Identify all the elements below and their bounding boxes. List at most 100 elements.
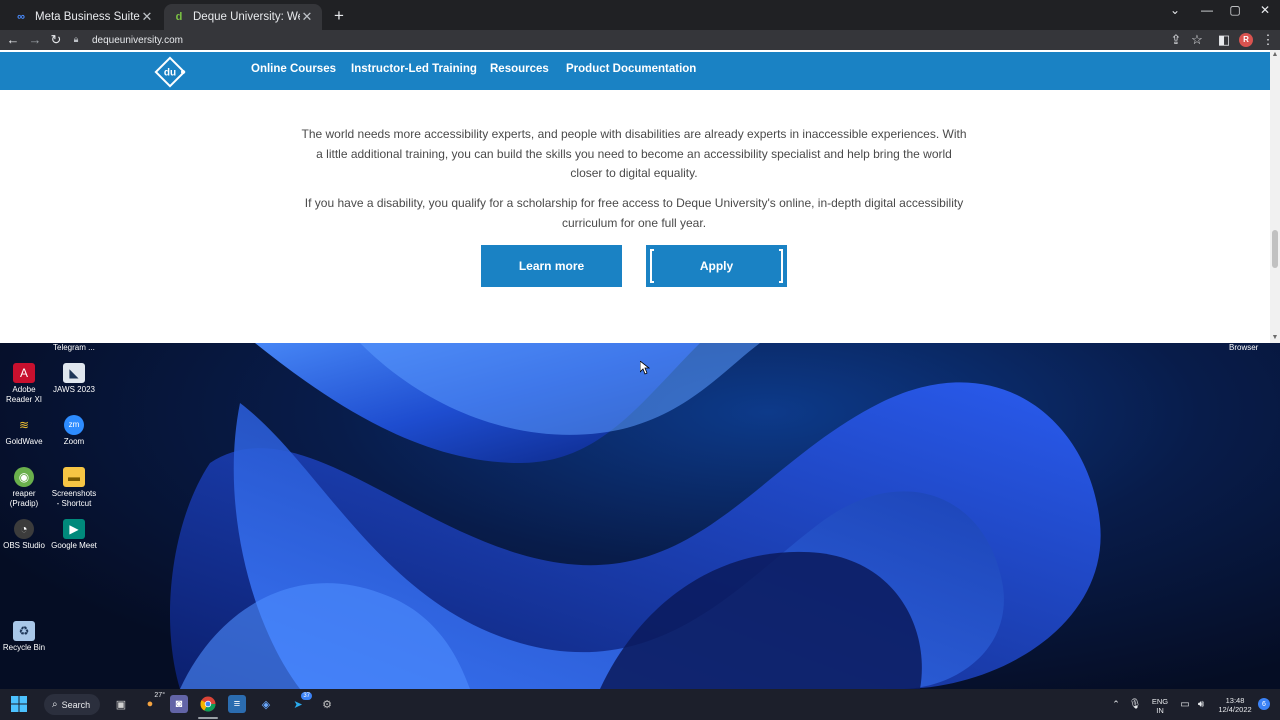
desktop-icon-label: JAWS 2023 <box>53 385 95 394</box>
desktop-icon-label: Screenshots - Shortcut <box>51 489 97 508</box>
close-icon[interactable]: ✕ <box>140 9 154 25</box>
focus-bracket-right <box>779 249 783 283</box>
browser-toolbar: ← → ↻ 🔒︎ dequeuniversity.com ⇪ ☆ ◧ R ⋮ <box>0 30 1280 50</box>
mouse-cursor-icon <box>640 361 650 375</box>
minimize-button[interactable]: — <box>1192 0 1222 20</box>
scrollbar-thumb[interactable] <box>1272 230 1278 268</box>
desktop-icon-recycle-bin[interactable]: ♻ Recycle Bin <box>0 621 48 653</box>
side-panel-icon[interactable]: ◧ <box>1216 32 1232 48</box>
address-bar[interactable]: 🔒︎ dequeuniversity.com <box>70 31 1150 49</box>
language-code: ENG <box>1151 697 1169 706</box>
region-code: IN <box>1156 706 1164 715</box>
reaper-icon: ◉ <box>14 467 34 487</box>
telegram-icon[interactable]: ➤ 37 <box>289 692 312 713</box>
language-indicator[interactable]: ENG IN <box>1148 697 1172 715</box>
task-view-icon[interactable]: ▣ <box>112 695 130 713</box>
nav-instructor-led-training[interactable]: Instructor-Led Training <box>351 63 477 75</box>
star-icon[interactable]: ☆ <box>1189 32 1205 48</box>
desktop-icon-reaper[interactable]: ◉ reaper (Pradip) <box>0 467 48 509</box>
close-window-button[interactable]: ✕ <box>1250 0 1280 20</box>
scholarship-paragraph: If you have a disability, you qualify fo… <box>304 196 964 230</box>
settings-gear-icon[interactable]: ⚙ <box>318 695 336 713</box>
svg-text:du: du <box>164 68 176 79</box>
desktop-icon-label: Recycle Bin <box>2 643 46 652</box>
taskbar: ⌕ Search ▣ ● 27° ◙ ≡ ◈ ➤ 37 ⚙ ⌃ 🎙︎ ENG IN … <box>0 689 1280 720</box>
chrome-active-indicator <box>198 717 218 719</box>
intro-paragraph: The world needs more accessibility exper… <box>301 127 967 180</box>
clock-date: 12/4/2022 <box>1218 705 1252 714</box>
recycle-bin-icon: ♻ <box>13 621 35 641</box>
desktop-icon-label: GoldWave <box>5 437 43 446</box>
adobe-reader-icon: A <box>13 363 35 383</box>
desktop-icon-goldwave[interactable]: ≋ GoldWave <box>0 415 48 447</box>
apply-button[interactable]: Apply <box>646 245 787 287</box>
chrome-taskbar-icon[interactable] <box>199 695 217 713</box>
close-icon[interactable]: ✕ <box>300 9 314 25</box>
back-arrow-icon[interactable]: ← <box>5 32 21 48</box>
windows-start-icon[interactable] <box>10 695 28 713</box>
scroll-down-icon[interactable]: ▼ <box>1270 333 1280 343</box>
obs-icon: ◔ <box>14 519 34 539</box>
desktop-icon-obs[interactable]: ◔ OBS Studio <box>0 519 48 551</box>
desktop-icon-label: OBS Studio <box>3 541 45 550</box>
apply-label: Apply <box>699 259 734 273</box>
maximize-button[interactable]: ▢ <box>1220 0 1250 20</box>
desktop-icon-adobe-reader[interactable]: A Adobe Reader XI <box>0 363 48 405</box>
profile-avatar[interactable]: R <box>1239 33 1253 47</box>
nav-resources[interactable]: Resources <box>490 63 549 75</box>
telegram-unread-badge: 37 <box>301 692 312 700</box>
network-app-icon[interactable]: ◈ <box>257 695 275 713</box>
telegram-shortcut-label[interactable]: Telegram ... <box>53 343 95 352</box>
tab-deque-university[interactable]: d Deque University: Web Accessibility ✕ <box>164 4 322 30</box>
weather-temperature: 27° <box>154 692 165 699</box>
forward-arrow-icon[interactable]: → <box>27 32 43 48</box>
kebab-menu-icon[interactable]: ⋮ <box>1260 32 1276 48</box>
deque-logo-icon[interactable]: du <box>154 56 186 88</box>
tab-title: Deque University: Web Accessibility <box>193 11 300 23</box>
desktop-icon-zoom[interactable]: zm Zoom <box>50 415 98 447</box>
notepad-icon[interactable]: ≡ <box>228 695 246 713</box>
tab-meta-business-suite[interactable]: ∞ Meta Business Suite ✕ <box>6 4 162 30</box>
search-icon: ⌕ <box>52 699 58 710</box>
teams-chat-icon[interactable]: ◙ <box>170 695 188 713</box>
learn-more-button[interactable]: Learn more <box>481 245 622 287</box>
search-label: Search <box>61 699 91 710</box>
zoom-icon: zm <box>64 415 84 435</box>
desktop-icon-label: Google Meet <box>51 541 97 550</box>
goldwave-icon: ≋ <box>18 418 30 432</box>
page-scrollbar[interactable]: ▲ ▼ <box>1270 50 1280 343</box>
jaws-icon: ◣ <box>63 363 85 383</box>
weather-icon[interactable]: ● 27° <box>141 692 165 713</box>
chevron-down-icon[interactable]: ⌄ <box>1160 0 1190 20</box>
desktop-icon-label: Zoom <box>63 437 85 446</box>
desktop-icon-jaws[interactable]: ◣ JAWS 2023 <box>50 363 98 395</box>
deque-favicon: d <box>175 11 183 23</box>
share-icon[interactable]: ⇪ <box>1168 32 1184 48</box>
notification-count-badge[interactable]: 6 <box>1258 698 1270 710</box>
taskbar-search[interactable]: ⌕ Search <box>44 694 100 715</box>
volume-icon[interactable]: 🔊︎ <box>1192 695 1210 713</box>
focus-bracket-left <box>650 249 654 283</box>
desktop-icon-label: reaper (Pradip) <box>9 489 39 508</box>
url-text: dequeuniversity.com <box>92 34 183 46</box>
meta-icon: ∞ <box>17 11 25 23</box>
web-page: du Online Courses Instructor-Led Trainin… <box>0 50 1280 343</box>
nav-online-courses[interactable]: Online Courses <box>251 63 336 75</box>
clock-time: 13:48 <box>1225 696 1245 705</box>
desktop-icon-google-meet[interactable]: ▶ Google Meet <box>50 519 98 551</box>
new-tab-button[interactable]: + <box>330 6 348 26</box>
desktop-icon-screenshots[interactable]: ▬ Screenshots - Shortcut <box>50 467 98 509</box>
desktop: Telegram ... Browser A Adobe Reader XI ◣… <box>0 343 1280 689</box>
nav-product-documentation[interactable]: Product Documentation <box>566 63 696 75</box>
microphone-icon[interactable]: 🎙︎ <box>1126 695 1144 713</box>
folder-icon: ▬ <box>63 467 85 487</box>
scroll-up-icon[interactable]: ▲ <box>1270 50 1280 60</box>
reload-icon[interactable]: ↻ <box>48 32 64 48</box>
desktop-icon-label: Adobe Reader XI <box>5 385 43 404</box>
site-navigation: du Online Courses Instructor-Led Trainin… <box>0 52 1270 90</box>
clock[interactable]: 13:48 12/4/2022 <box>1212 696 1258 714</box>
browser-tab-strip: ∞ Meta Business Suite ✕ d Deque Universi… <box>0 0 1280 30</box>
browser-shortcut-label[interactable]: Browser <box>1229 343 1258 352</box>
lock-icon: 🔒︎ <box>73 34 79 44</box>
chevron-up-icon[interactable]: ⌃ <box>1107 695 1125 713</box>
